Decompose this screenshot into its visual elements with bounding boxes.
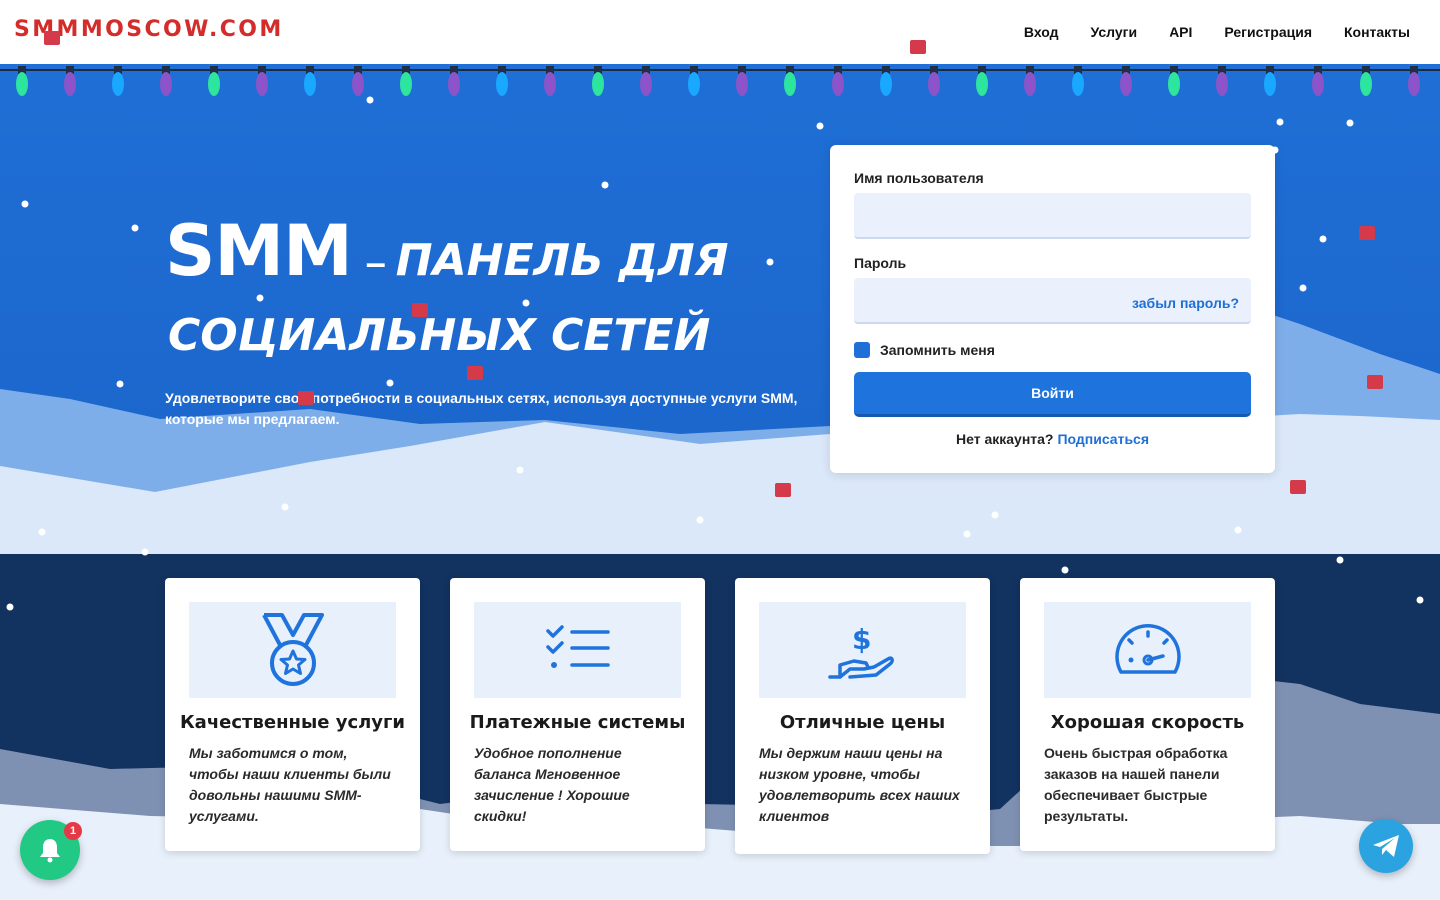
light-bulb — [400, 72, 412, 96]
light-bulb — [256, 72, 268, 96]
light-bulb — [1312, 72, 1324, 96]
light-bulb — [1120, 72, 1132, 96]
site-header: SMMMOSCOW.COM Вход Услуги API Регистраци… — [0, 0, 1440, 64]
notification-badge: 1 — [64, 822, 82, 840]
light-bulb — [1216, 72, 1228, 96]
signup-row: Нет аккаунта? Подписаться — [830, 431, 1275, 447]
notification-bell-button[interactable]: 1 — [20, 820, 82, 880]
hero-subtitle: Удовлетворите свои потребности в социаль… — [165, 390, 798, 427]
card-icon-box — [474, 602, 681, 698]
card-title: Качественные услуги — [179, 712, 406, 733]
bell-icon — [40, 839, 60, 863]
card-text: Мы держим наши цены на низком уровне, чт… — [759, 745, 960, 824]
price-hand-icon: $ — [827, 623, 894, 679]
card-icon-box — [1044, 602, 1251, 698]
light-bulb — [736, 72, 748, 96]
login-form: Имя пользователя Пароль забыл пароль? За… — [830, 145, 1275, 473]
light-bulb — [928, 72, 940, 96]
card-icon-box — [189, 602, 396, 698]
username-input[interactable] — [854, 193, 1251, 239]
main-nav: Вход Услуги API Регистрация Контакты — [1024, 24, 1410, 40]
telegram-button[interactable] — [1359, 819, 1413, 873]
light-bulb — [976, 72, 988, 96]
light-bulb — [880, 72, 892, 96]
remember-checkbox[interactable] — [854, 342, 870, 358]
feature-card-speed: Хорошая скорость Очень быстрая обработка… — [1020, 578, 1275, 851]
feature-cards: Качественные услуги Мы заботимся о том, … — [165, 578, 1275, 854]
card-text: Очень быстрая обработка заказов на нашей… — [1044, 745, 1228, 824]
card-title: Отличные цены — [779, 712, 946, 733]
nav-register[interactable]: Регистрация — [1224, 24, 1312, 40]
feature-card-prices: $ Отличные цены Мы держим наши цены на н… — [735, 578, 990, 854]
hero-title-smm: SMM — [165, 210, 353, 292]
light-bulb — [112, 72, 124, 96]
light-bulb — [832, 72, 844, 96]
telegram-icon — [1373, 835, 1399, 857]
checklist-icon — [545, 625, 610, 668]
light-bulb — [1408, 72, 1420, 96]
no-account-text: Нет аккаунта? — [955, 431, 1054, 447]
light-bulb — [1168, 72, 1180, 96]
nav-contacts[interactable]: Контакты — [1344, 24, 1410, 40]
card-icon-box: $ — [759, 602, 966, 698]
medal-icon — [261, 613, 324, 686]
forgot-password-link[interactable]: забыл пароль? — [1132, 295, 1239, 311]
password-label: Пароль — [854, 255, 907, 271]
light-bulb — [352, 72, 364, 96]
hero-title-line2: СОЦИАЛЬНЫХ СЕТЕЙ — [168, 310, 711, 361]
feature-card-quality: Качественные услуги Мы заботимся о том, … — [165, 578, 420, 851]
light-bulb — [160, 72, 172, 96]
signup-link[interactable]: Подписаться — [1057, 431, 1149, 447]
light-bulb — [1024, 72, 1036, 96]
hero-title-dash: – — [365, 242, 386, 283]
light-bulb — [496, 72, 508, 96]
card-title: Хорошая скорость — [1050, 712, 1245, 733]
light-bulb — [208, 72, 220, 96]
light-bulb — [1264, 72, 1276, 96]
site-logo[interactable]: SMMMOSCOW.COM — [14, 17, 284, 42]
hero-title: SMM – ПАНЕЛЬ ДЛЯ — [165, 210, 729, 292]
light-bulb — [784, 72, 796, 96]
remember-me[interactable]: Запомнить меня — [854, 342, 995, 358]
login-button[interactable]: Войти — [854, 372, 1251, 417]
light-bulb — [304, 72, 316, 96]
light-bulb — [16, 72, 28, 96]
light-bulb — [640, 72, 652, 96]
christmas-lights — [0, 66, 1440, 96]
card-text: Удобное пополнение баланса Мгновенное за… — [474, 745, 630, 824]
nav-services[interactable]: Услуги — [1091, 24, 1138, 40]
svg-text:$: $ — [852, 623, 871, 656]
nav-api[interactable]: API — [1169, 24, 1192, 40]
card-text: Мы заботимся о том, чтобы наши клиенты б… — [189, 745, 391, 824]
light-bulb — [1360, 72, 1372, 96]
light-bulb — [544, 72, 556, 96]
username-label: Имя пользователя — [854, 170, 984, 186]
remember-label: Запомнить меня — [880, 342, 995, 358]
light-bulb — [688, 72, 700, 96]
card-title: Платежные системы — [469, 712, 686, 733]
light-bulb — [1072, 72, 1084, 96]
light-bulb — [592, 72, 604, 96]
nav-login[interactable]: Вход — [1024, 24, 1059, 40]
light-bulb — [448, 72, 460, 96]
speedometer-icon — [1114, 624, 1181, 674]
light-bulb — [64, 72, 76, 96]
hero-title-rest: ПАНЕЛЬ ДЛЯ — [395, 235, 729, 286]
feature-card-payment: Платежные системы Удобное пополнение бал… — [450, 578, 705, 851]
